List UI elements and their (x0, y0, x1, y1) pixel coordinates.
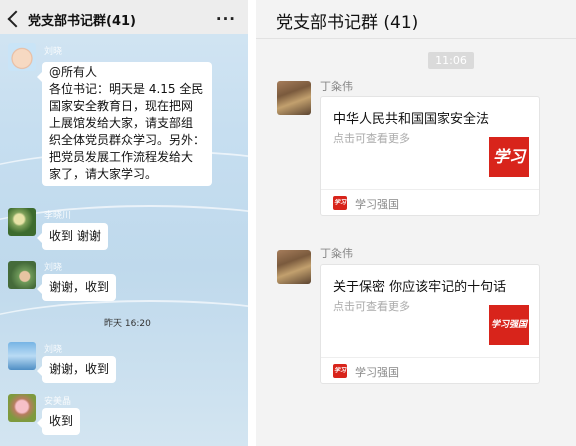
avatar[interactable] (8, 43, 36, 71)
message-line: @所有人 (49, 65, 98, 79)
xuexi-source-icon: 学习 (333, 196, 347, 210)
card-footer: 学习 学习强国 (321, 357, 539, 383)
background-wave (0, 205, 248, 295)
sender-name: 李晓川 (44, 211, 72, 221)
avatar[interactable] (8, 394, 36, 422)
sender-name: 刘晓 (44, 263, 63, 273)
background-wave (0, 300, 248, 390)
message-bubble[interactable]: 收到 谢谢 (37, 223, 108, 250)
more-options-icon[interactable]: ··· (216, 10, 236, 28)
header-divider (256, 38, 576, 39)
back-arrow-icon[interactable] (7, 10, 25, 28)
message-line: 织全体党员群众学习。另外： (49, 133, 206, 147)
message-line: 收到 谢谢 (49, 229, 101, 243)
chat-title: 党支部书记群(41) (28, 13, 136, 29)
sender-name: 安美晶 (44, 397, 72, 407)
avatar[interactable] (8, 342, 36, 370)
message-line: 把党员发展工作流程发给大 (49, 150, 194, 164)
message-line: 家了，请大家学习。 (49, 167, 158, 181)
sender-name: 丁粂伟 (320, 80, 353, 93)
message-bubble[interactable]: 收到 (36, 408, 81, 435)
article-title: 中华人民共和国国家安全法 (333, 112, 490, 127)
message-bubble[interactable]: 谢谢，收到 (36, 356, 117, 383)
article-description: 点击可查看更多 (333, 300, 410, 313)
right-chat-panel: 党支部书记群 (41) 11:06 丁粂伟 中华人民共和国国家安全法 点击可查看… (256, 0, 576, 446)
left-chat-panel: 党支部书记群(41) ··· 刘晓 @所有人 各位书记：明天是 4.15 全民 … (0, 0, 248, 446)
card-footer: 学习 学习强国 (321, 189, 539, 215)
source-name: 学习强国 (355, 366, 399, 379)
sender-name: 刘晓 (44, 345, 63, 355)
message-bubble[interactable]: 谢谢，收到 (36, 274, 117, 301)
chat-header: 党支部书记群(41) ··· (0, 4, 248, 34)
avatar[interactable] (8, 208, 36, 236)
message-line: 上展馆发给大家，请支部组 (49, 116, 194, 130)
message-line: 谢谢，收到 (49, 362, 110, 376)
message-timestamp: 11:06 (428, 52, 474, 69)
thumbnail-text: 学习 (492, 147, 525, 166)
xuexi-source-icon: 学习 (333, 364, 347, 378)
article-card[interactable]: 关于保密 你应该牢记的十句话 点击可查看更多 学习强国 学习 学习强国 (320, 264, 540, 384)
article-title: 关于保密 你应该牢记的十句话 (333, 280, 507, 295)
message-line: 谢谢，收到 (49, 280, 110, 294)
avatar[interactable] (8, 261, 36, 289)
avatar[interactable] (277, 250, 311, 284)
xuexi-thumbnail-icon: 学习 (489, 137, 529, 177)
avatar[interactable] (277, 81, 311, 115)
xuexi-thumbnail-icon: 学习强国 (489, 305, 529, 345)
time-divider: 昨天 16:20 (104, 319, 151, 329)
article-card[interactable]: 中华人民共和国国家安全法 点击可查看更多 学习 学习 学习强国 (320, 96, 540, 216)
source-name: 学习强国 (355, 198, 399, 211)
message-line: 收到 (49, 414, 74, 428)
article-description: 点击可查看更多 (333, 132, 410, 145)
sender-name: 刘晓 (44, 47, 63, 57)
chat-title: 党支部书记群 (41) (276, 13, 419, 33)
message-line: 各位书记：明天是 4.15 全民 (49, 82, 204, 96)
message-bubble[interactable]: @所有人 各位书记：明天是 4.15 全民 国家安全教育日，现在把网 上展馆发给… (37, 62, 212, 186)
thumbnail-text: 学习强国 (490, 319, 527, 330)
sender-name: 丁粂伟 (320, 247, 353, 260)
message-line: 国家安全教育日，现在把网 (49, 99, 194, 113)
